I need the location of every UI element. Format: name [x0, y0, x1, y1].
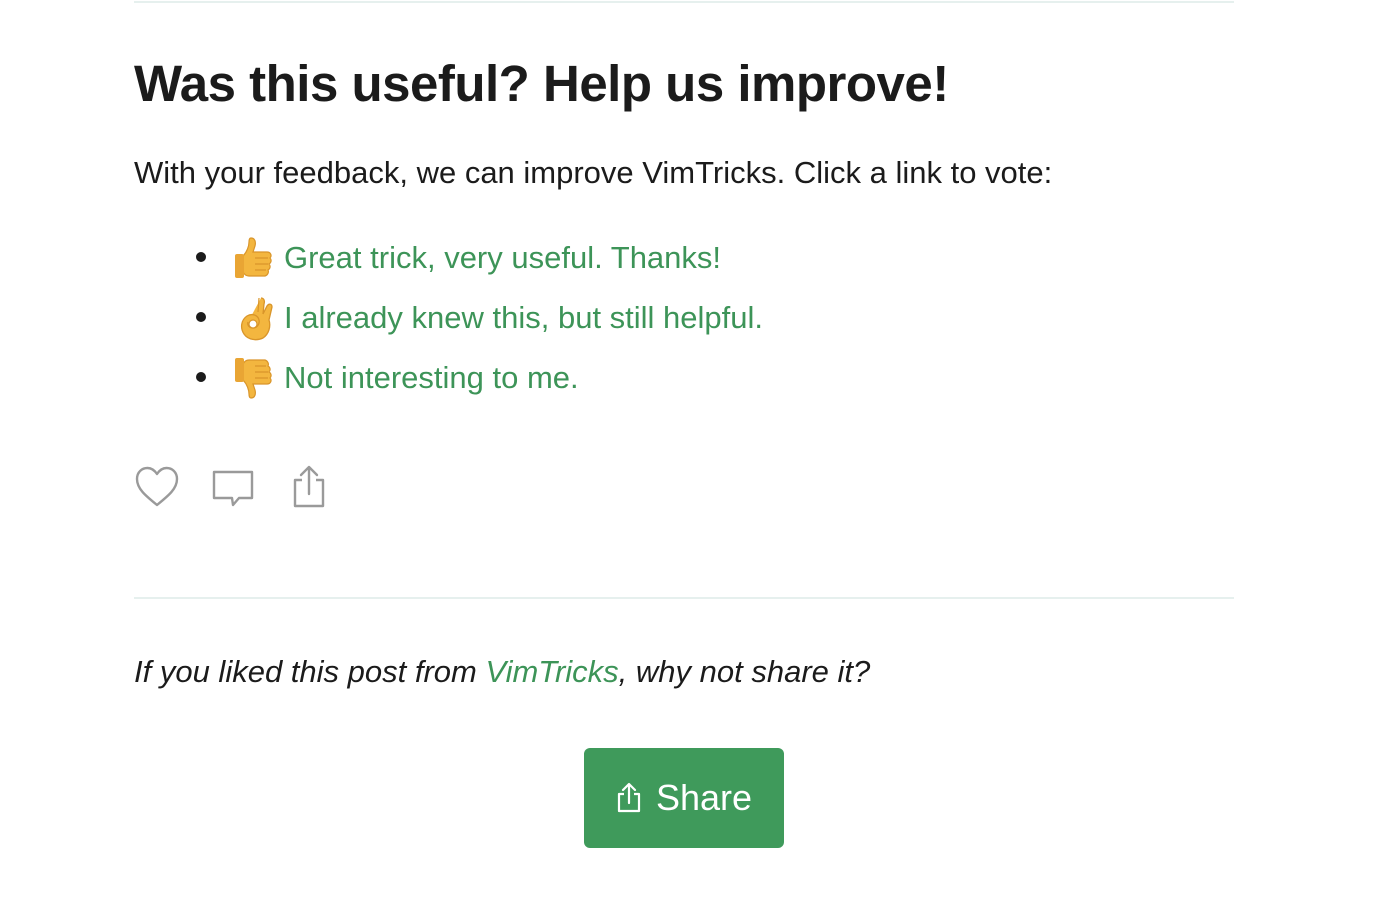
divider [134, 597, 1234, 599]
share-icon [617, 782, 641, 813]
feedback-title: Was this useful? Help us improve! [134, 55, 949, 112]
share-note: If you liked this post from VimTricks, w… [134, 654, 870, 690]
vote-item: I already knew this, but still helpful. [134, 288, 763, 348]
vote-link-great[interactable]: Great trick, very useful. Thanks! [284, 240, 721, 276]
vote-item: Not interesting to me. [134, 348, 763, 408]
vote-item: Great trick, very useful. Thanks! [134, 228, 763, 288]
vote-list: Great trick, very useful. Thanks! I alre… [134, 228, 763, 408]
post-footer: Was this useful? Help us improve! With y… [0, 0, 1400, 912]
bullet [196, 312, 206, 322]
bullet [196, 252, 206, 262]
share-icon [293, 465, 325, 508]
share-note-text: , why not share it? [618, 654, 871, 689]
comment-button[interactable] [210, 462, 256, 512]
post-actions [134, 462, 332, 512]
share-button[interactable]: Share [584, 748, 784, 848]
thumbs-up-icon [230, 233, 280, 283]
comment-icon [212, 470, 254, 507]
share-note-text: If you liked this post from [134, 654, 486, 689]
vote-link-knew[interactable]: I already knew this, but still helpful. [284, 300, 763, 336]
divider [134, 1, 1234, 3]
share-action-button[interactable] [286, 462, 332, 512]
share-button-label: Share [655, 777, 753, 818]
thumbs-down-icon [230, 353, 280, 403]
vote-link-not-interesting[interactable]: Not interesting to me. [284, 360, 579, 396]
vimtricks-link[interactable]: VimTricks [485, 654, 618, 689]
like-button[interactable] [134, 462, 180, 512]
heart-icon [135, 466, 179, 507]
bullet [196, 372, 206, 382]
feedback-intro: With your feedback, we can improve VimTr… [134, 155, 1053, 190]
ok-hand-icon [230, 293, 280, 343]
